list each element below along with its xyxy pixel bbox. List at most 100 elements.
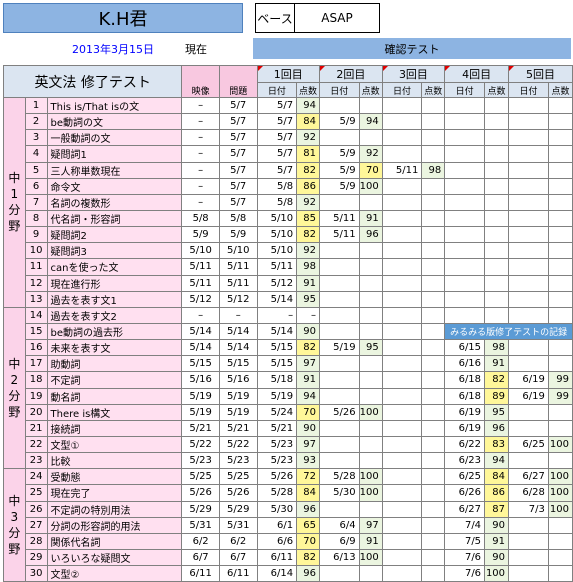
problem-date: 5/15 (218, 355, 258, 373)
round-3-score (421, 258, 446, 276)
round-1-score: 85 (296, 209, 320, 228)
row-number: 25 (24, 484, 48, 502)
round-3-date (381, 371, 423, 389)
round-3-score (421, 419, 446, 437)
problem-date: 5/21 (218, 419, 258, 437)
round-5-date (508, 145, 549, 163)
round-3-date (381, 226, 423, 244)
round-4-date: 6/22 (444, 435, 486, 454)
round-4-date: 7/5 (444, 532, 486, 550)
round-1-score: 95 (296, 290, 320, 308)
round-5-date (508, 129, 549, 147)
round-3-date (381, 113, 423, 131)
table-row: 11 canを使った文 5/11 5/11 5/11 98 (4, 258, 573, 276)
table-row: 19 動名詞 5/19 5/19 5/19 94 6/18 89 6/19 99 (4, 387, 573, 405)
round-3-score (421, 452, 446, 470)
round-4-date (444, 113, 486, 131)
round-3-date (381, 322, 423, 341)
round-5-date (508, 548, 549, 567)
round-5-score (547, 306, 573, 324)
round-1-score: – (296, 306, 320, 324)
round-1-date: 5/11 (256, 258, 298, 276)
round-3-score (421, 306, 446, 324)
round-1-date: 5/15 (256, 355, 298, 373)
lesson-name: 文型② (46, 565, 183, 582)
round-3-score (421, 290, 446, 308)
round-5-score (547, 355, 573, 373)
round-2-date: 5/11 (319, 209, 360, 228)
round-2-date: 5/11 (319, 226, 360, 244)
round-2-score (358, 371, 383, 389)
problem-date: 5/25 (218, 468, 258, 486)
round-3-score (421, 209, 446, 228)
date-header: 日付 (508, 82, 549, 98)
row-number: 28 (24, 532, 48, 550)
row-number: 23 (24, 452, 48, 470)
category-label: 中 1 分 野 (3, 97, 26, 308)
round-4-score (484, 290, 510, 308)
round-4-score: 91 (484, 532, 510, 550)
round-4-date: 6/18 (444, 387, 486, 405)
base-label: ベース (255, 3, 295, 33)
lesson-name: 未来を表す文 (46, 339, 183, 357)
table-row: 23 比較 5/23 5/23 5/23 93 6/23 94 (4, 452, 573, 470)
round-2-date (319, 565, 360, 582)
round-2-date (319, 452, 360, 470)
round-3-date (381, 339, 423, 357)
lesson-name: いろいろな疑問文 (46, 548, 183, 567)
round-1-date: 5/7 (256, 145, 298, 163)
student-name: K.H君 (3, 3, 243, 33)
round-1-date: 5/15 (256, 339, 298, 357)
lesson-name: 現在完了 (46, 484, 183, 502)
lesson-name: 助動詞 (46, 355, 183, 373)
row-number: 4 (24, 145, 48, 163)
score-header: 点数 (421, 82, 446, 98)
round-3-score (421, 565, 446, 582)
round-3-score (421, 96, 446, 115)
round-5-date (508, 209, 549, 228)
lesson-name: 一般動詞の文 (46, 129, 183, 147)
video-date: 5/22 (181, 435, 220, 454)
row-number: 13 (24, 290, 48, 308)
round-2-score: 70 (358, 161, 383, 179)
date-header: 日付 (256, 82, 298, 98)
round-2-date (319, 355, 360, 373)
round-4-date (444, 274, 486, 292)
round-2-date: 5/28 (319, 468, 360, 486)
round-2-date: 5/9 (319, 177, 360, 195)
video-date: 5/10 (181, 242, 220, 260)
problem-date: 5/7 (218, 177, 258, 195)
round-5-score: 99 (547, 371, 573, 389)
round-5-score (547, 129, 573, 147)
round-3-score (421, 177, 446, 195)
table-row: 中 2 分 野 14 過去を表す文2– – – – (3, 306, 573, 470)
round-5-date (508, 274, 549, 292)
problem-date: 5/29 (218, 500, 258, 518)
round-2-score (358, 242, 383, 260)
round-2-date: 6/9 (319, 532, 360, 550)
round-2-date (319, 193, 360, 211)
round-1-date: 5/18 (256, 371, 298, 389)
lesson-name: 動名詞 (46, 387, 183, 405)
round-1-date: 6/1 (256, 516, 298, 534)
round-4-date (444, 96, 486, 115)
round-4-score: 82 (484, 371, 510, 389)
date-header: 日付 (381, 82, 423, 98)
round-4-date: 6/25 (444, 468, 486, 486)
round-1-score: 97 (296, 355, 320, 373)
video-date: 5/29 (181, 500, 220, 518)
round-3-score (421, 371, 446, 389)
round-3-date (381, 355, 423, 373)
round-3-score (421, 435, 446, 454)
problem-date: 5/11 (218, 258, 258, 276)
round-4-date: 6/27 (444, 500, 486, 518)
round-4-score: 96 (484, 419, 510, 437)
round-1-date: 5/10 (256, 242, 298, 260)
round-5-date: 6/27 (508, 468, 549, 486)
round-4-date (444, 258, 486, 276)
round-4-score (484, 242, 510, 260)
video-date: 5/9 (181, 226, 220, 244)
round-3-date (381, 516, 423, 534)
video-date: 5/8 (181, 209, 220, 228)
round-4-date: 6/16 (444, 355, 486, 373)
